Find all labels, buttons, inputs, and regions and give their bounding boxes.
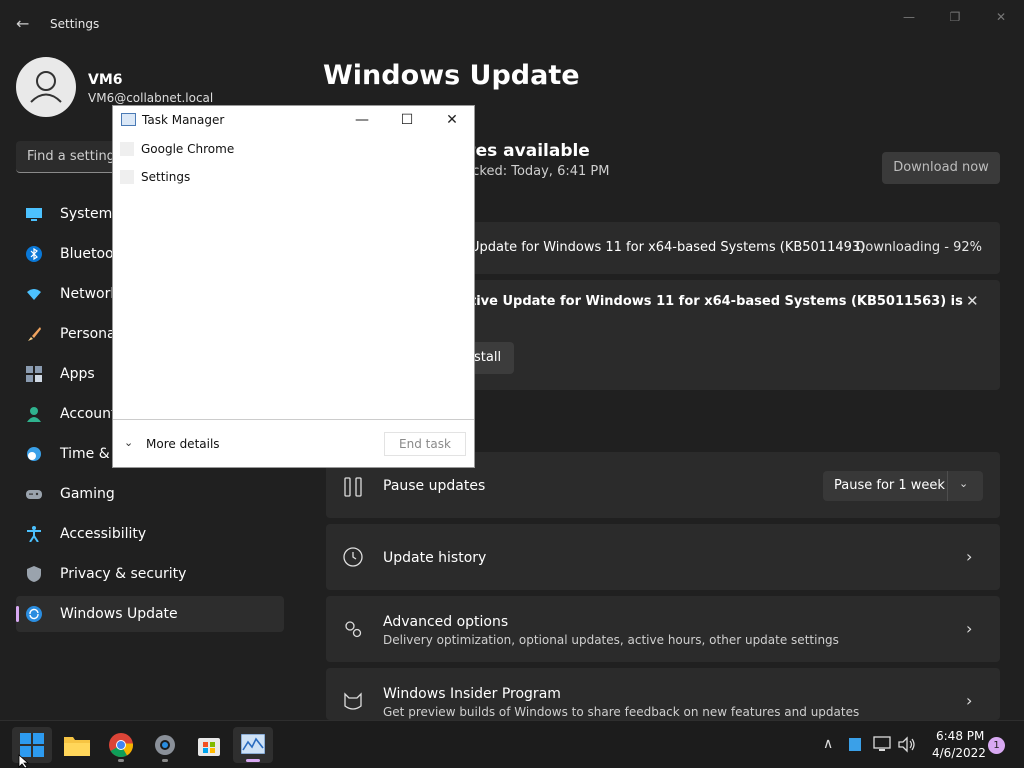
running-indicator <box>162 759 168 762</box>
folder-icon <box>64 737 90 756</box>
show-hidden-icons-icon[interactable]: ∧ <box>823 736 833 752</box>
page-title: Windows Update <box>323 60 580 91</box>
title-bar: ← Settings — ❐ ✕ <box>0 0 1024 48</box>
insider-cat-icon <box>344 692 362 710</box>
pause-duration-value: Pause for 1 week <box>834 478 945 493</box>
task-manager-window[interactable]: Task Manager — ☐ ✕ Google Chrome Setting… <box>112 105 475 468</box>
network-icon[interactable] <box>873 736 891 753</box>
chevron-right-icon: › <box>966 619 973 638</box>
advanced-options-title: Advanced options <box>383 614 509 630</box>
task-manager-icon <box>241 734 265 754</box>
task-manager-taskbar-button[interactable] <box>233 727 273 763</box>
task-manager-footer: ⌄ More details End task <box>113 419 474 467</box>
wifi-icon <box>27 289 41 300</box>
pause-updates-title: Pause updates <box>383 478 486 494</box>
process-name: Settings <box>141 170 191 184</box>
chevron-right-icon: › <box>966 547 973 566</box>
sidebar-item-label: Gaming <box>60 486 115 502</box>
update-name: Update for Windows 11 for x64-based Syst… <box>470 240 866 255</box>
chrome-icon <box>109 733 133 757</box>
mouse-cursor-icon <box>18 754 30 768</box>
chevron-right-icon: › <box>966 691 973 710</box>
chevron-down-icon[interactable]: ⌄ <box>959 477 968 490</box>
maximize-button[interactable]: ☐ <box>395 110 419 130</box>
close-button[interactable]: ✕ <box>440 110 464 130</box>
sync-icon <box>26 606 42 622</box>
close-icon[interactable]: ✕ <box>966 292 979 310</box>
file-explorer-button[interactable] <box>57 727 97 763</box>
apps-icon <box>26 366 42 382</box>
clock-date[interactable]: 4/6/2022 <box>932 746 986 760</box>
search-placeholder: Find a setting <box>27 149 115 164</box>
store-icon <box>198 738 220 756</box>
taskbar: ∧ 6:48 PM 4/6/2022 1 <box>0 720 1024 768</box>
sidebar-item-label: Apps <box>60 366 95 382</box>
maximize-button[interactable]: ❐ <box>940 6 970 28</box>
insider-program-subtitle: Get preview builds of Windows to share f… <box>383 705 860 719</box>
task-manager-icon <box>121 113 136 126</box>
chrome-button[interactable] <box>101 727 141 763</box>
gears-icon <box>345 621 362 638</box>
end-task-button[interactable]: End task <box>384 432 466 456</box>
insider-program-title: Windows Insider Program <box>383 686 561 702</box>
download-now-button[interactable]: Download now <box>882 152 1000 184</box>
monitor-icon <box>26 208 42 221</box>
avatar[interactable] <box>16 57 76 117</box>
process-name: Google Chrome <box>141 142 235 156</box>
advanced-options-subtitle: Delivery optimization, optional updates,… <box>383 633 839 647</box>
select-divider <box>947 471 948 501</box>
install-button-label: stall <box>474 350 502 365</box>
update-status-title: ates available <box>456 141 590 161</box>
user-email: VM6@collabnet.local <box>88 91 214 105</box>
sidebar-item-label: Accessibility <box>60 526 147 542</box>
task-manager-title: Task Manager <box>142 113 225 127</box>
minimize-button[interactable]: — <box>350 110 374 130</box>
update-history-title: Update history <box>383 550 487 566</box>
back-arrow-icon[interactable]: ← <box>16 14 36 34</box>
clock-time[interactable]: 6:48 PM <box>936 729 984 743</box>
optional-update-name: tive Update for Windows 11 for x64-based… <box>470 294 963 309</box>
sidebar-item-accessibility[interactable]: Accessibility <box>16 516 284 552</box>
history-icon <box>343 547 363 567</box>
user-name: VM6 <box>88 72 123 88</box>
app-icon <box>120 142 134 156</box>
notification-badge[interactable]: 1 <box>988 737 1005 754</box>
sidebar-item-gaming[interactable]: Gaming <box>16 476 284 512</box>
sidebar-item-label: Privacy & security <box>60 566 187 582</box>
gear-icon <box>155 735 175 755</box>
brush-icon <box>28 327 41 341</box>
app-title: Settings <box>50 17 100 31</box>
globe-clock-icon <box>27 447 41 461</box>
more-details-link[interactable]: More details <box>146 437 220 451</box>
sidebar-item-privacy-security[interactable]: Privacy & security <box>16 556 284 592</box>
update-progress-status: Downloading - 92% <box>855 240 982 255</box>
sidebar-item-label: System <box>60 206 113 222</box>
pause-icon <box>344 477 362 497</box>
sidebar-item-label: Windows Update <box>60 606 178 622</box>
person-icon <box>30 71 62 103</box>
process-row-settings[interactable]: Settings <box>119 167 459 189</box>
chevron-down-icon[interactable]: ⌄ <box>124 436 133 449</box>
last-checked-text: necked: Today, 6:41 PM <box>456 164 610 179</box>
volume-icon[interactable] <box>898 736 916 753</box>
settings-button[interactable] <box>145 727 185 763</box>
gamepad-icon <box>26 490 42 499</box>
running-indicator <box>246 759 260 762</box>
close-button[interactable]: ✕ <box>986 6 1016 28</box>
app-icon <box>120 170 134 184</box>
minimize-button[interactable]: — <box>894 6 924 28</box>
microsoft-store-button[interactable] <box>189 727 229 763</box>
bluetooth-icon <box>26 246 42 262</box>
accessibility-icon <box>27 526 41 542</box>
process-row-chrome[interactable]: Google Chrome <box>119 139 459 161</box>
shield-icon <box>27 566 41 582</box>
pause-duration-select[interactable]: Pause for 1 week ⌄ <box>823 471 983 501</box>
running-indicator <box>118 759 124 762</box>
person-icon <box>27 407 41 422</box>
onedrive-icon[interactable] <box>849 738 861 751</box>
sidebar-item-windows-update[interactable]: Windows Update <box>16 596 284 632</box>
